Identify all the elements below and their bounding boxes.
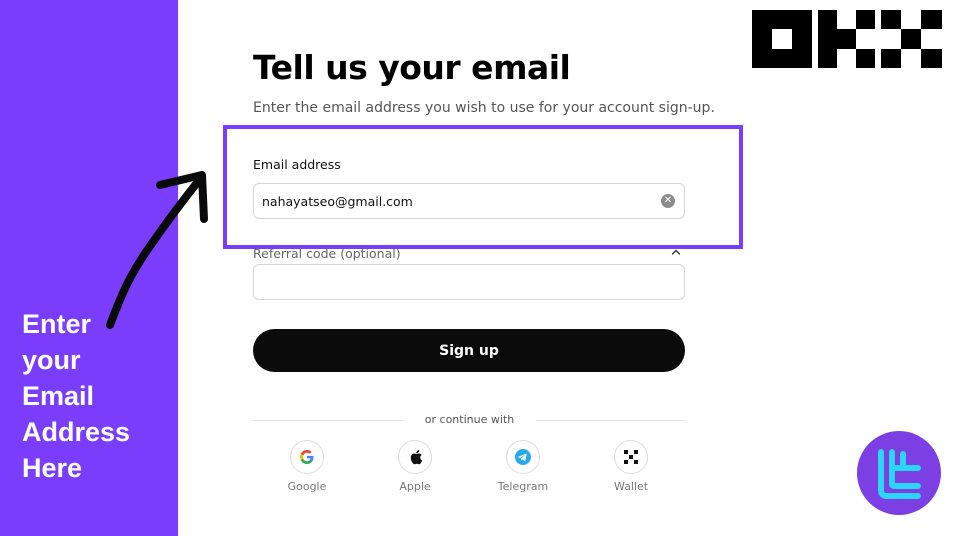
chevron-up-icon[interactable]	[671, 247, 681, 257]
wallet-label: Wallet	[613, 480, 649, 493]
telegram-label: Telegram	[497, 480, 549, 493]
telegram-login-button[interactable]: Telegram	[483, 440, 563, 493]
callout-line: your	[22, 345, 81, 375]
callout-text: Enter your Email Address Here	[22, 306, 172, 486]
callout-line: Address	[22, 417, 131, 447]
apple-icon	[410, 450, 422, 465]
google-login-button[interactable]: Google	[267, 440, 347, 493]
divider	[253, 420, 403, 421]
referral-label[interactable]: Referral code (optional)	[253, 246, 401, 261]
email-input[interactable]	[262, 184, 652, 218]
signup-button[interactable]: Sign up	[253, 329, 685, 372]
continue-with-text: or continue with	[424, 413, 515, 426]
brand-badge-logo	[857, 431, 941, 515]
telegram-icon	[515, 449, 531, 465]
referral-field[interactable]	[253, 264, 685, 300]
close-circle-icon[interactable]: ✕	[661, 194, 675, 208]
google-label: Google	[287, 480, 327, 493]
email-label: Email address	[253, 157, 341, 172]
google-icon	[300, 450, 314, 464]
apple-label: Apple	[399, 480, 431, 493]
callout-line: Email	[22, 381, 95, 411]
apple-login-button[interactable]: Apple	[375, 440, 455, 493]
divider	[536, 420, 685, 421]
page-title: Tell us your email	[253, 48, 571, 87]
page-subtitle: Enter the email address you wish to use …	[253, 100, 715, 116]
wallet-login-button[interactable]: Wallet	[591, 440, 671, 493]
referral-input[interactable]	[262, 265, 672, 299]
callout-line: Enter	[22, 309, 92, 339]
callout-line: Here	[22, 453, 83, 483]
wallet-icon	[624, 450, 638, 464]
okx-logo	[752, 10, 942, 68]
email-field[interactable]: ✕	[253, 183, 685, 219]
